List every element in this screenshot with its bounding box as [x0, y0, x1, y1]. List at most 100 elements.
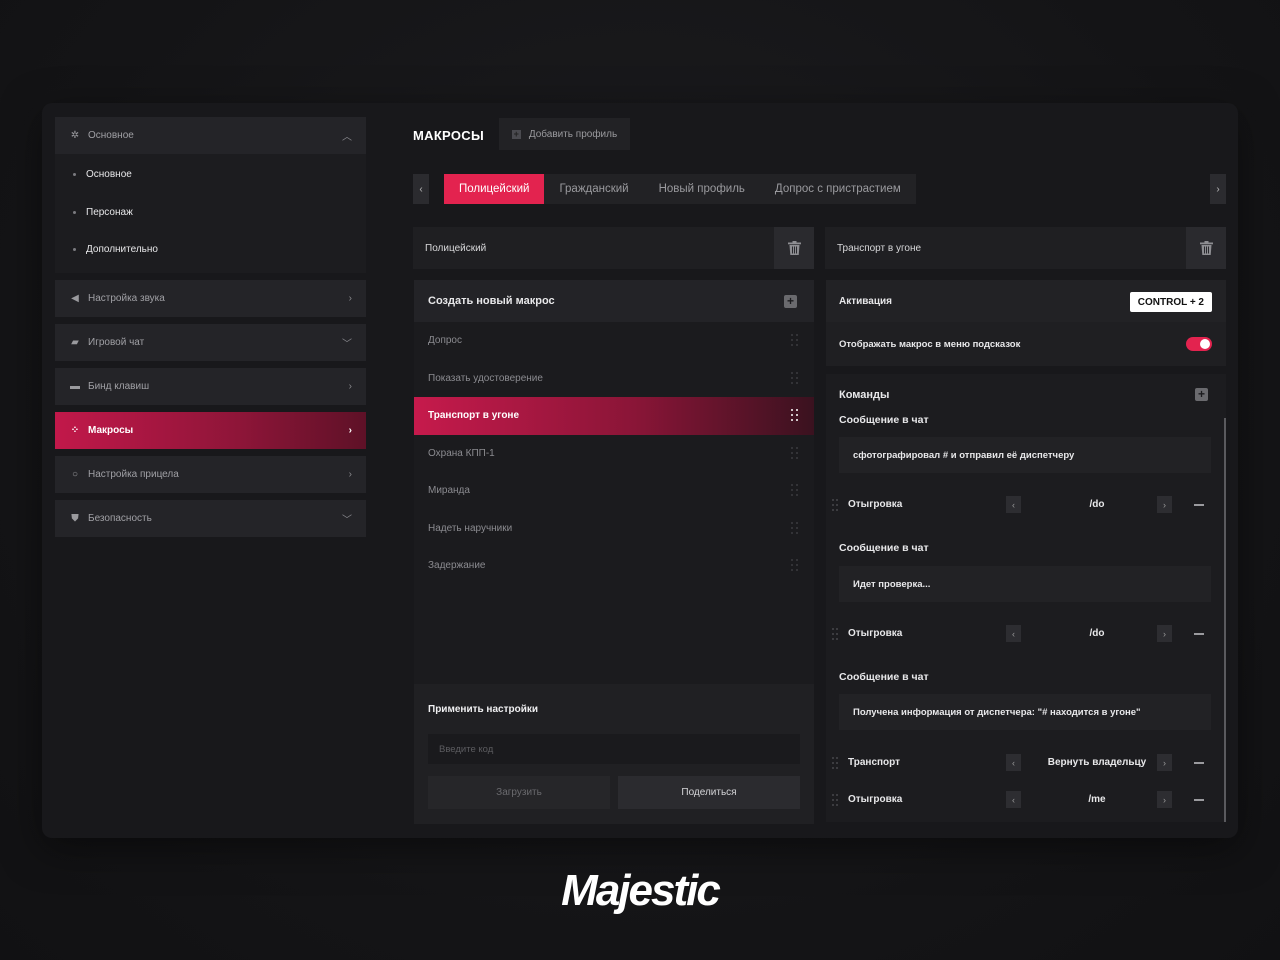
macro-icon: ⁘ — [70, 424, 80, 436]
drag-handle-icon[interactable] — [791, 334, 799, 347]
command-label: Отыгровка — [848, 499, 903, 510]
list-item[interactable]: Задержание — [414, 547, 814, 585]
message-label: Сообщение в чат — [839, 542, 929, 554]
sidebar-item-label: Настройка прицела — [88, 468, 179, 480]
tabs-prev-button[interactable]: ‹ — [413, 174, 429, 204]
drag-handle-icon[interactable] — [832, 794, 838, 806]
drag-handle-icon[interactable] — [791, 484, 799, 497]
show-in-hints-toggle[interactable] — [1186, 337, 1212, 351]
delete-macro-button[interactable] — [1186, 227, 1226, 269]
commands-scrollbar[interactable] — [1224, 418, 1226, 822]
prev-option-button[interactable]: ‹ — [1006, 791, 1021, 808]
next-option-button[interactable]: › — [1157, 625, 1172, 642]
drag-handle-icon[interactable] — [791, 409, 799, 422]
chevron-right-icon: › — [1216, 183, 1220, 195]
drag-handle-icon[interactable] — [832, 499, 838, 511]
tabs-next-button[interactable]: › — [1210, 174, 1226, 204]
command-value: /do — [1089, 499, 1105, 510]
create-macro-label: Создать новый макрос — [428, 295, 555, 307]
sidebar-item-macros[interactable]: ⁘ Макросы › — [55, 411, 366, 449]
list-item[interactable]: Допрос — [414, 322, 814, 360]
list-item[interactable]: Охрана КПП-1 — [414, 435, 814, 473]
drag-handle-icon[interactable] — [832, 628, 838, 640]
sidebar-subitem-extra[interactable]: Дополнительно — [55, 231, 366, 269]
sidebar-item-label: Настройка звука — [88, 292, 165, 304]
list-item[interactable]: Миранда — [414, 472, 814, 510]
list-item-active[interactable]: Транспорт в угоне — [414, 397, 814, 435]
profile-name-field[interactable]: Полицейский — [413, 227, 774, 269]
command-label: Отыгровка — [848, 794, 903, 805]
remove-command-icon[interactable] — [1194, 799, 1204, 801]
command-row: Отыгровка ‹ /me › — [832, 789, 1220, 811]
apply-settings-box: Применить настройки Загрузить Поделиться — [414, 684, 814, 824]
command-label: Отыгровка — [848, 628, 903, 639]
macro-name-field[interactable]: Транспорт в угоне — [825, 227, 1186, 269]
tab-police[interactable]: Полицейский — [444, 174, 545, 204]
sidebar-item-main[interactable]: ✲ Основное ︿ — [55, 117, 366, 154]
sidebar-subitem-main[interactable]: Основное — [55, 156, 366, 194]
sidebar-subitem-character[interactable]: Персонаж — [55, 194, 366, 232]
add-profile-label: Добавить профиль — [528, 128, 618, 140]
plus-icon[interactable]: + — [784, 295, 797, 308]
command-label: Транспорт — [848, 757, 901, 768]
remove-command-icon[interactable] — [1194, 504, 1204, 506]
list-item[interactable]: Надеть наручники — [414, 510, 814, 548]
sidebar-item-sound[interactable]: ◀ Настройка звука › — [55, 279, 366, 317]
toggle-knob — [1200, 339, 1210, 349]
add-profile-button[interactable]: + Добавить профиль — [499, 118, 630, 150]
code-input[interactable] — [428, 734, 800, 764]
chat-icon: ▰ — [71, 336, 79, 348]
delete-profile-button[interactable] — [774, 227, 814, 269]
add-command-icon[interactable]: + — [1195, 388, 1208, 401]
command-value: /me — [1088, 794, 1106, 805]
tab-new-profile[interactable]: Новый профиль — [644, 174, 760, 204]
drag-handle-icon[interactable] — [791, 559, 799, 572]
next-option-button[interactable]: › — [1157, 496, 1172, 513]
sidebar-item-label: Бинд клавиш — [88, 380, 150, 392]
tab-civilian[interactable]: Гражданский — [544, 174, 643, 204]
create-macro-row[interactable]: Создать новый макрос + — [414, 280, 814, 322]
sidebar-item-crosshair[interactable]: ○ Настройка прицела › — [55, 455, 366, 493]
show-in-hints-label: Отображать макрос в меню подсказок — [839, 338, 1021, 350]
command-row: Отыгровка ‹ /do › — [832, 623, 1220, 645]
tab-interrogation[interactable]: Допрос с пристрастием — [760, 174, 916, 204]
share-button[interactable]: Поделиться — [618, 776, 800, 809]
prev-option-button[interactable]: ‹ — [1006, 496, 1021, 513]
sidebar-item-game-chat[interactable]: ▰ Игровой чат ﹀ — [55, 323, 366, 361]
commands-panel: Команды + Сообщение в чат сфотографирова… — [826, 374, 1226, 822]
profile-tabs: Полицейский Гражданский Новый профиль До… — [444, 174, 916, 204]
drag-handle-icon[interactable] — [791, 446, 799, 460]
chevron-down-icon: ﹀ — [342, 338, 352, 350]
sidebar-subitem-label: Персонаж — [86, 206, 133, 218]
message-label: Сообщение в чат — [839, 671, 929, 683]
sidebar-item-label: Безопасность — [88, 512, 152, 524]
message-text-field[interactable]: Идет проверка... — [839, 566, 1211, 602]
macro-label: Миранда — [428, 485, 470, 497]
list-item[interactable]: Показать удостоверение — [414, 360, 814, 398]
command-row: Транспорт ‹ Вернуть владельцу › — [832, 752, 1220, 774]
macro-label: Допрос — [428, 335, 462, 347]
sidebar-item-security[interactable]: ⛊ Безопасность ﹀ — [55, 499, 366, 537]
remove-command-icon[interactable] — [1194, 762, 1204, 764]
message-text-field[interactable]: Получена информация от диспетчера: "# на… — [839, 694, 1211, 730]
drag-handle-icon[interactable] — [832, 757, 838, 769]
drag-handle-icon[interactable] — [791, 521, 799, 535]
gear-icon: ✲ — [70, 130, 80, 141]
next-option-button[interactable]: › — [1157, 791, 1172, 808]
shield-icon: ⛊ — [71, 512, 79, 524]
next-option-button[interactable]: › — [1157, 754, 1172, 771]
show-in-hints-row: Отображать макрос в меню подсказок — [826, 322, 1226, 366]
brand-logo: Majestic — [561, 866, 721, 915]
load-button[interactable]: Загрузить — [428, 776, 610, 809]
message-text-field[interactable]: сфотографировал # и отправил её диспетче… — [839, 437, 1211, 473]
chevron-right-icon: › — [348, 424, 352, 436]
sidebar-item-keybinds[interactable]: ▬ Бинд клавиш › — [55, 367, 366, 405]
remove-command-icon[interactable] — [1194, 633, 1204, 635]
activation-label: Активация — [839, 295, 892, 307]
prev-option-button[interactable]: ‹ — [1006, 754, 1021, 771]
drag-handle-icon[interactable] — [791, 371, 799, 385]
activation-key-badge[interactable]: CONTROL + 2 — [1129, 292, 1212, 312]
prev-option-button[interactable]: ‹ — [1006, 625, 1021, 642]
command-row: Отыгровка ‹ /do › — [832, 494, 1220, 516]
sidebar-item-label: Макросы — [88, 424, 134, 436]
